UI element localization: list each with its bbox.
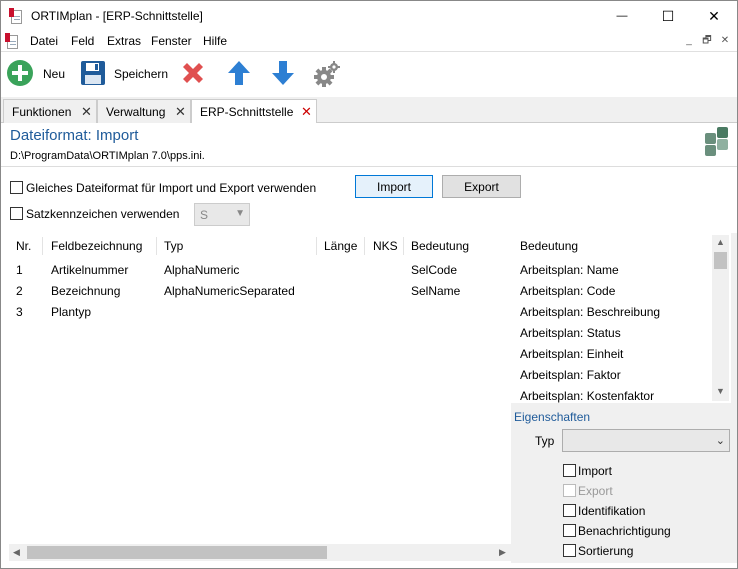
mdi-close-button[interactable]: ✕ (717, 33, 733, 49)
file-path: D:\ProgramData\ORTIMplan 7.0\pps.ini. (10, 150, 205, 162)
list-item[interactable]: Arbeitsplan: Kostenfaktor (520, 389, 654, 403)
col-header-nks[interactable]: NKS (373, 239, 398, 253)
app-window: ORTIMplan - [ERP-Schnittstelle] — ☐ ✕ Da… (0, 0, 738, 569)
cell-typ: AlphaNumericSeparated (164, 284, 295, 298)
import-checkbox[interactable] (563, 464, 576, 477)
tab-strip: Funktionen ✕ Verwaltung ✕ ERP-Schnittste… (1, 97, 737, 124)
menu-feld[interactable]: Feld (71, 34, 94, 48)
col-header-bedeutung[interactable]: Bedeutung (411, 239, 469, 253)
properties-section-label: Eigenschaften (514, 410, 591, 424)
record-id-label: Satzkennzeichen verwenden (26, 207, 180, 221)
new-button-label[interactable]: Neu (43, 67, 65, 81)
same-format-label: Gleiches Dateiformat für Import und Expo… (26, 181, 317, 195)
list-item[interactable]: Arbeitsplan: Faktor (520, 368, 621, 382)
mdi-minimize-button[interactable]: _ (681, 33, 697, 49)
minimize-button[interactable]: — (599, 1, 645, 31)
list-item[interactable]: Arbeitsplan: Status (520, 326, 621, 340)
typ-label: Typ (535, 434, 555, 448)
app-icon (9, 8, 23, 24)
benachrichtigung-checkbox[interactable] (563, 524, 576, 537)
tab-label: Funktionen (12, 105, 72, 119)
cell-bedeutung: SelName (411, 284, 461, 298)
cell-feld: Plantyp (51, 305, 92, 319)
record-id-select[interactable]: S ▼ (194, 203, 250, 226)
toolbar: Neu Speichern (1, 53, 737, 97)
record-id-value: S (200, 208, 209, 222)
menu-fenster[interactable]: Fenster (151, 34, 192, 48)
identifikation-checkbox[interactable] (563, 504, 576, 517)
cell-feld: Artikelnummer (51, 263, 129, 277)
save-button-label[interactable]: Speichern (114, 67, 168, 81)
cell-nr: 3 (16, 305, 23, 319)
scroll-up-icon[interactable]: ▲ (716, 237, 725, 247)
field-grid: Nr. Feldbezeichnung Typ Länge NKS Bedeut… (1, 233, 511, 563)
identifikation-checkbox-label: Identifikation (578, 504, 646, 518)
typ-select[interactable]: ⌄ (562, 429, 730, 452)
col-header-laenge[interactable]: Länge (324, 239, 357, 253)
window-title: ORTIMplan - [ERP-Schnittstelle] (31, 9, 203, 23)
scroll-left-icon[interactable]: ◀ (13, 547, 20, 558)
import-checkbox-label: Import (578, 464, 613, 478)
tab-funktionen[interactable]: Funktionen ✕ (3, 99, 97, 123)
menu-bar: Datei Feld Extras Fenster Hilfe _ 🗗 ✕ (1, 31, 737, 52)
meaning-list-header: Bedeutung (520, 239, 579, 253)
tab-erp-schnittstelle[interactable]: ERP-Schnittstelle ✕ (191, 99, 317, 124)
mdi-restore-button[interactable]: 🗗 (699, 33, 715, 49)
tab-label: Verwaltung (106, 105, 166, 119)
list-item[interactable]: Arbeitsplan: Beschreibung (520, 305, 660, 319)
close-button[interactable]: ✕ (691, 1, 737, 31)
tab-close-icon[interactable]: ✕ (81, 104, 92, 120)
scrollbar-thumb[interactable] (714, 252, 727, 269)
sortierung-checkbox[interactable] (563, 544, 576, 557)
col-header-feldbezeichnung[interactable]: Feldbezeichnung (51, 239, 142, 253)
benachrichtigung-checkbox-label: Benachrichtigung (578, 524, 671, 538)
meaning-list-scrollbar[interactable]: ▲ ▼ (712, 235, 729, 401)
menu-extras[interactable]: Extras (107, 34, 141, 48)
list-item[interactable]: Arbeitsplan: Name (520, 263, 619, 277)
same-format-checkbox[interactable] (10, 181, 23, 194)
tab-label: ERP-Schnittstelle (200, 105, 294, 119)
export-checkbox-label: Export (578, 484, 613, 498)
cell-typ: AlphaNumeric (164, 263, 240, 277)
title-bar: ORTIMplan - [ERP-Schnittstelle] — ☐ ✕ (1, 1, 737, 31)
menu-hilfe[interactable]: Hilfe (203, 34, 227, 48)
list-item[interactable]: Arbeitsplan: Einheit (520, 347, 623, 361)
add-icon[interactable] (6, 59, 36, 89)
meaning-list[interactable]: Bedeutung Arbeitsplan: Name Arbeitsplan:… (511, 233, 731, 403)
cell-nr: 2 (16, 284, 23, 298)
page-title: Dateiformat: Import (10, 127, 139, 144)
ortim-logo-icon (705, 127, 731, 156)
format-header: Dateiformat: Import D:\ProgramData\ORTIM… (1, 123, 737, 167)
chevron-down-icon: ▼ (235, 208, 245, 219)
col-header-typ[interactable]: Typ (164, 239, 183, 253)
save-icon[interactable] (79, 59, 109, 89)
scroll-down-icon[interactable]: ▼ (716, 386, 725, 396)
export-checkbox (563, 484, 576, 497)
scrollbar-thumb[interactable] (27, 546, 327, 559)
settings-gear-icon[interactable] (312, 59, 342, 89)
tab-verwaltung[interactable]: Verwaltung ✕ (97, 99, 191, 123)
move-down-icon[interactable] (269, 59, 299, 89)
export-button[interactable]: Export (442, 175, 521, 198)
record-id-checkbox[interactable] (10, 207, 23, 220)
tab-close-icon[interactable]: ✕ (301, 104, 312, 120)
col-header-nr[interactable]: Nr. (16, 239, 31, 253)
cell-feld: Bezeichnung (51, 284, 121, 298)
tab-close-icon[interactable]: ✕ (175, 104, 186, 120)
list-item[interactable]: Arbeitsplan: Code (520, 284, 615, 298)
sortierung-checkbox-label: Sortierung (578, 544, 634, 558)
menu-datei[interactable]: Datei (30, 34, 58, 48)
maximize-button[interactable]: ☐ (645, 1, 691, 31)
mdi-child-icon[interactable] (5, 33, 19, 49)
move-up-icon[interactable] (225, 59, 255, 89)
chevron-down-icon: ⌄ (715, 435, 725, 447)
scroll-right-icon[interactable]: ▶ (499, 547, 506, 558)
delete-icon[interactable] (179, 59, 209, 89)
cell-nr: 1 (16, 263, 23, 277)
cell-bedeutung: SelCode (411, 263, 458, 277)
grid-horizontal-scrollbar[interactable]: ◀ ▶ (9, 544, 511, 561)
import-button[interactable]: Import (355, 175, 433, 198)
